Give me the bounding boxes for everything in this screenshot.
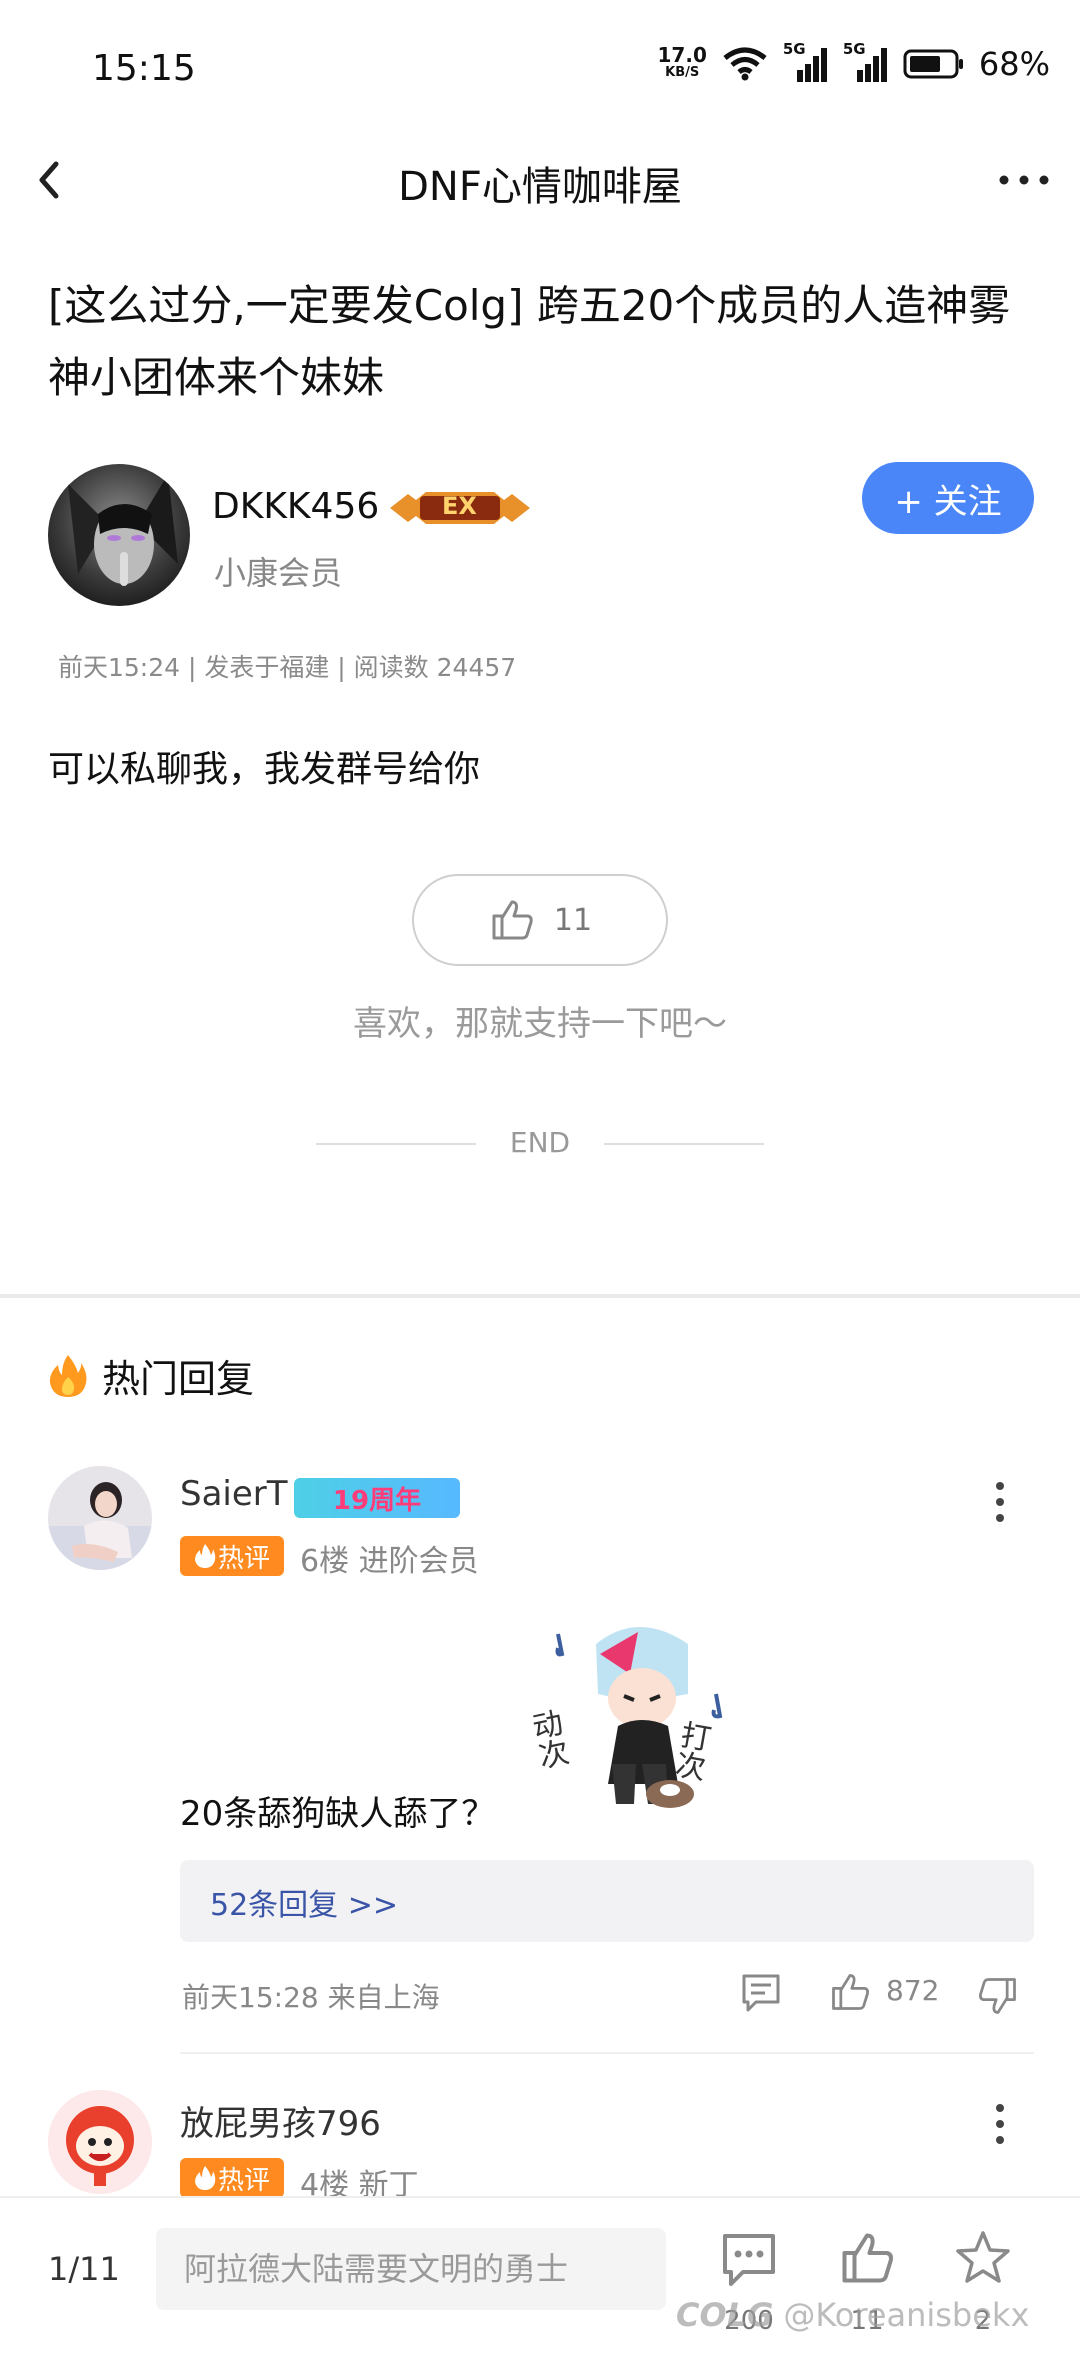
page-title: DNF心情咖啡屋	[398, 164, 682, 210]
end-line-right	[604, 1143, 764, 1145]
thumbs-up-icon[interactable]	[828, 1970, 872, 2014]
watermark-text: @Koreanisbekx	[783, 2296, 1030, 2334]
comment-separator	[180, 2052, 1034, 2054]
author-role: 小康会员	[214, 554, 343, 592]
watermark: COLG @Koreanisbekx	[676, 2296, 1029, 2334]
battery-percent: 68%	[978, 45, 1050, 83]
network-speed: 17.0 KB/S	[658, 45, 707, 82]
comment-time-location: 前天15:28 来自上海	[182, 1981, 440, 2014]
comment-actions: 872	[740, 1966, 1030, 2022]
post-meta: 前天15:24 | 发表于福建 | 阅读数 24457	[58, 653, 517, 682]
hot-replies-header: 热门回复	[48, 1348, 254, 1403]
fire-icon	[49, 1354, 87, 1397]
battery-icon	[903, 49, 963, 79]
bottom-bar: 1/11 200 11 2	[0, 2196, 1080, 2363]
hot-comment-tag: 热评	[180, 2158, 284, 2198]
thumbs-up-icon	[492, 900, 533, 940]
level-badge-label: EX	[442, 492, 477, 520]
more-vertical-icon[interactable]	[990, 2100, 1010, 2148]
author-name[interactable]: DKKK456	[212, 486, 379, 527]
wifi-icon	[723, 47, 767, 81]
commenter-name[interactable]: SaierT	[180, 1474, 288, 1514]
commenter-avatar[interactable]	[48, 1466, 152, 1570]
view-replies-label: 52条回复 >>	[210, 1888, 398, 1923]
post-title: [这么过分,一定要发Colg] 跨五20个成员的人造神雾神小团体来个妹妹	[48, 281, 1011, 402]
comment-icon	[723, 2234, 775, 2286]
watermark-logo: COLG	[676, 2296, 774, 2334]
comment-like-count: 872	[886, 1974, 940, 2007]
nav-bar: DNF心情咖啡屋	[0, 140, 1080, 220]
hot-replies-title: 热门回复	[102, 1357, 255, 1401]
fire-small-icon	[194, 2166, 216, 2190]
thumbs-up-icon	[842, 2233, 893, 2283]
section-divider	[0, 1294, 1080, 1298]
post-like-count: 11	[553, 902, 593, 938]
end-divider: END	[316, 1126, 764, 1162]
signal-icon-2: 5G	[843, 40, 889, 84]
fire-small-icon	[194, 1544, 216, 1568]
comment-text: 20条舔狗缺人舔了？	[180, 1794, 496, 1834]
thumbs-down-icon[interactable]	[976, 1974, 1020, 2018]
hot-tag-label: 热评	[217, 1543, 270, 1574]
hot-tag-label: 热评	[217, 2165, 270, 2196]
author-avatar[interactable]	[48, 464, 190, 606]
commenter-avatar[interactable]	[48, 2090, 152, 2194]
star-icon	[956, 2231, 1010, 2283]
level-badge: EX	[386, 486, 534, 530]
status-time: 15:15	[92, 48, 196, 89]
signal-icon-1: 5G	[783, 40, 829, 84]
post-like-button[interactable]: 11	[412, 874, 668, 966]
comment-floor-info: 6楼 进阶会员	[300, 1544, 479, 1579]
status-bar: 15:15 17.0 KB/S 5G 5G 68%	[0, 0, 1080, 130]
more-horizontal-icon[interactable]	[994, 158, 1054, 202]
view-replies-link[interactable]: 52条回复 >>	[180, 1860, 1034, 1942]
support-text: 喜欢，那就支持一下吧～	[353, 1004, 727, 1044]
comment-input[interactable]	[156, 2228, 666, 2310]
hot-comment-tag: 热评	[180, 1536, 284, 1576]
sticker-image: 动次 打次	[530, 1614, 748, 1824]
more-vertical-icon[interactable]	[990, 1478, 1010, 1526]
follow-button[interactable]: + 关注	[862, 462, 1034, 534]
post-body: 可以私聊我，我发群号给你	[48, 749, 481, 790]
reply-icon[interactable]	[740, 1972, 782, 2014]
anniversary-badge: 19周年	[294, 1478, 460, 1518]
page-indicator[interactable]: 1/11	[48, 2250, 120, 2288]
status-right: 17.0 KB/S 5G 5G 68%	[658, 40, 1050, 84]
commenter-name[interactable]: 放屁男孩796	[180, 2096, 381, 2145]
